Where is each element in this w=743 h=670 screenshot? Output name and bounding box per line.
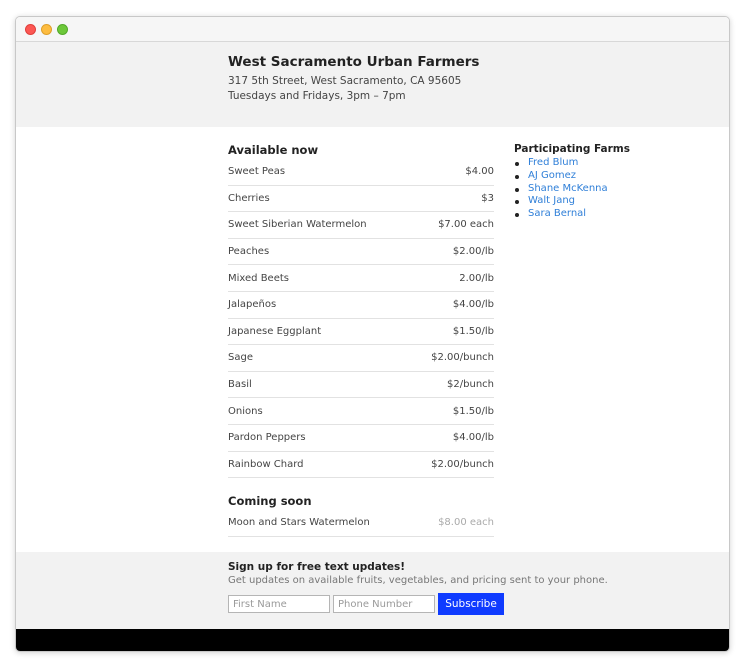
minimize-window-button[interactable] xyxy=(41,24,52,35)
signup-description: Get updates on available fruits, vegetab… xyxy=(228,575,608,586)
produce-price: 2.00/lb xyxy=(459,272,494,284)
signup-heading: Sign up for free text updates! xyxy=(228,561,406,573)
produce-item: Jalapeños $4.00/lb xyxy=(228,292,494,319)
produce-price: $1.50/lb xyxy=(452,325,494,337)
produce-column: Available now Sweet Peas $4.00 Cherries $3 S… xyxy=(228,143,494,537)
produce-price: $1.50/lb xyxy=(452,405,494,417)
produce-item: Peaches $2.00/lb xyxy=(228,239,494,266)
subscribe-button[interactable]: Subscribe xyxy=(438,593,504,615)
farms-heading: Participating Farms xyxy=(514,143,630,155)
produce-item: Cherries $3 xyxy=(228,186,494,213)
produce-name: Cherries xyxy=(228,192,270,204)
produce-name: Mixed Beets xyxy=(228,272,289,284)
produce-name: Peaches xyxy=(228,246,270,258)
farm-list-item: AJ Gomez xyxy=(514,170,694,183)
produce-price: $4.00/lb xyxy=(452,299,494,311)
produce-item: Japanese Eggplant $1.50/lb xyxy=(228,319,494,346)
farm-link[interactable]: Shane McKenna xyxy=(528,183,608,194)
produce-price: $4.00/lb xyxy=(452,432,494,444)
farm-list-item: Shane McKenna xyxy=(514,183,694,196)
available-list: Sweet Peas $4.00 Cherries $3 Sweet Siberian … xyxy=(228,159,494,479)
window-titlebar xyxy=(16,17,729,42)
market-address: 317 5th Street, West Sacramento, CA 9560… xyxy=(228,75,462,87)
produce-item: Onions $1.50/lb xyxy=(228,398,494,425)
signup-form: Subscribe xyxy=(228,593,608,615)
farms-list: Fred Blum AJ Gomez Shane McKenna Walt Jang S… xyxy=(514,157,694,221)
market-hours: Tuesdays and Fridays, 3pm – 7pm xyxy=(228,90,406,102)
produce-price: $2.00/lb xyxy=(452,246,494,258)
produce-name: Sweet Peas xyxy=(228,166,286,178)
main-content: Available now Sweet Peas $4.00 Cherries $3 S… xyxy=(16,127,729,567)
produce-item: Mixed Beets 2.00/lb xyxy=(228,265,494,292)
produce-price: $4.00 xyxy=(465,166,494,178)
available-now-heading: Available now xyxy=(228,143,319,157)
farm-link[interactable]: Walt Jang xyxy=(528,195,575,206)
produce-name: Pardon Peppers xyxy=(228,432,306,444)
page-header: West Sacramento Urban Farmers 317 5th St… xyxy=(16,42,729,127)
produce-name: Japanese Eggplant xyxy=(228,325,322,337)
coming-soon-list: Moon and Stars Watermelon $8.00 each xyxy=(228,510,494,537)
farm-list-item: Sara Bernal xyxy=(514,208,694,221)
farm-list-item: Walt Jang xyxy=(514,195,694,208)
produce-name: Jalapeños xyxy=(228,299,277,311)
close-window-button[interactable] xyxy=(25,24,36,35)
produce-item: Rainbow Chard $2.00/bunch xyxy=(228,452,494,479)
farms-sidebar: Participating Farms Fred Blum AJ Gomez Sha… xyxy=(514,143,694,221)
produce-price: $3 xyxy=(481,192,494,204)
produce-item: Sweet Peas $4.00 xyxy=(228,159,494,186)
produce-item: Sage $2.00/bunch xyxy=(228,345,494,372)
produce-name: Sweet Siberian Watermelon xyxy=(228,219,367,231)
farm-link[interactable]: Fred Blum xyxy=(528,157,578,168)
produce-item: Pardon Peppers $4.00/lb xyxy=(228,425,494,452)
produce-name: Basil xyxy=(228,379,252,391)
produce-price: $8.00 each xyxy=(438,517,494,529)
produce-item: Basil $2/bunch xyxy=(228,372,494,399)
phone-number-input[interactable] xyxy=(333,595,435,613)
first-name-input[interactable] xyxy=(228,595,330,613)
farm-link[interactable]: Sara Bernal xyxy=(528,208,586,219)
produce-name: Sage xyxy=(228,352,253,364)
farm-link[interactable]: AJ Gomez xyxy=(528,170,576,181)
produce-name: Onions xyxy=(228,405,263,417)
produce-item: Sweet Siberian Watermelon $7.00 each xyxy=(228,212,494,239)
page-footer xyxy=(16,629,729,651)
browser-window: West Sacramento Urban Farmers 317 5th St… xyxy=(15,16,730,652)
maximize-window-button[interactable] xyxy=(57,24,68,35)
produce-price: $2/bunch xyxy=(447,379,494,391)
produce-name: Moon and Stars Watermelon xyxy=(228,517,370,529)
page-title: West Sacramento Urban Farmers xyxy=(228,54,480,70)
farm-list-item: Fred Blum xyxy=(514,157,694,170)
coming-soon-item: Moon and Stars Watermelon $8.00 each xyxy=(228,510,494,537)
produce-price: $7.00 each xyxy=(438,219,494,231)
signup-section: Sign up for free text updates! Get updat… xyxy=(16,552,729,629)
coming-soon-heading: Coming soon xyxy=(228,494,312,509)
produce-price: $2.00/bunch xyxy=(431,352,494,364)
produce-price: $2.00/bunch xyxy=(431,458,494,470)
produce-name: Rainbow Chard xyxy=(228,458,304,470)
